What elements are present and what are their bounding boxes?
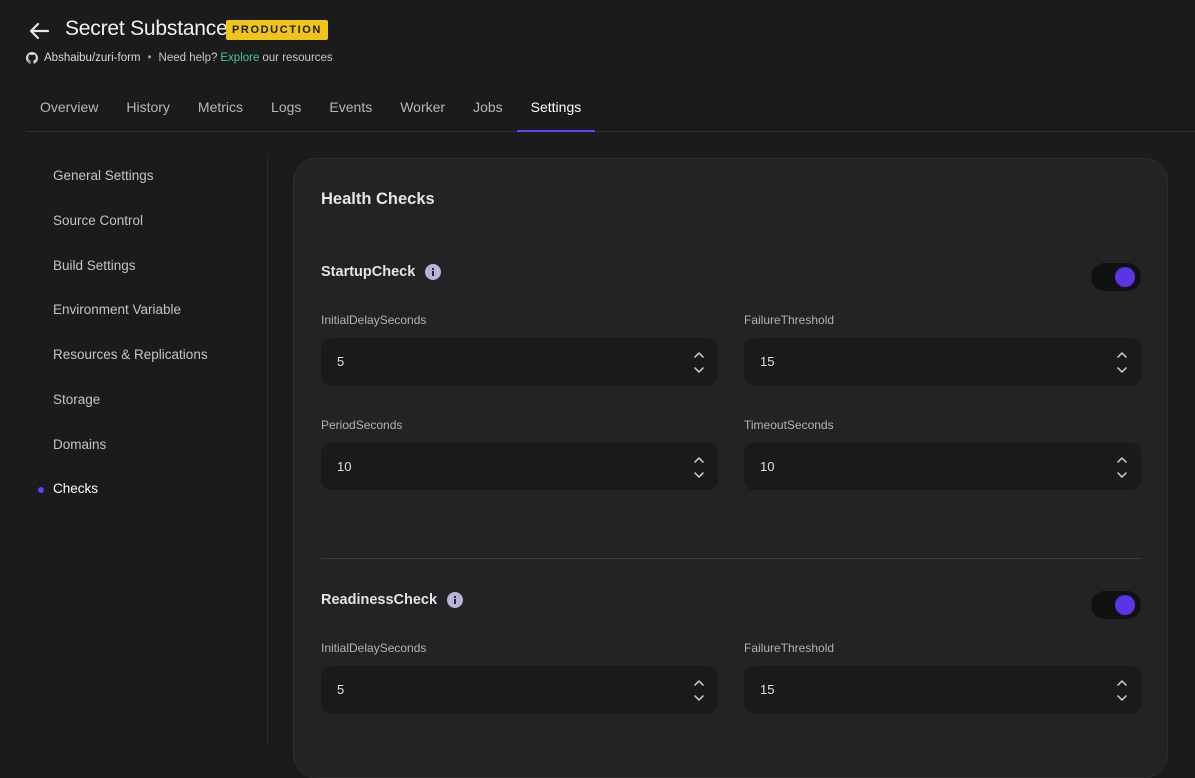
page-header: Secret Substance PRODUCTION Abshaibu/zur… — [0, 0, 1195, 132]
chevron-up-icon[interactable] — [692, 452, 706, 466]
sidebar-item-build-settings[interactable]: Build Settings — [53, 258, 136, 273]
number-stepper — [1115, 345, 1129, 379]
sidebar-item-general-settings[interactable]: General Settings — [53, 168, 154, 183]
chevron-down-icon[interactable] — [1115, 468, 1129, 482]
startup-initial-delay-field[interactable] — [321, 338, 681, 385]
settings-sidebar: General Settings Source Control Build Se… — [26, 158, 268, 744]
chevron-up-icon[interactable] — [1115, 347, 1129, 361]
repo-link[interactable]: Abshaibu/zuri-form — [44, 52, 141, 64]
tab-worker[interactable]: Worker — [386, 84, 459, 131]
number-stepper — [692, 345, 706, 379]
startup-failure-threshold-input[interactable] — [744, 338, 1141, 385]
startup-period-field[interactable] — [321, 443, 681, 490]
sidebar-item-storage[interactable]: Storage — [53, 392, 100, 407]
startup-period-label: PeriodSeconds — [321, 418, 403, 432]
readiness-initial-delay-label: InitialDelaySeconds — [321, 641, 427, 655]
chevron-down-icon[interactable] — [692, 468, 706, 482]
chevron-up-icon[interactable] — [1115, 675, 1129, 689]
sidebar-item-checks[interactable]: Checks — [38, 481, 99, 496]
startup-initial-delay-input[interactable] — [321, 338, 718, 385]
startup-period-input[interactable] — [321, 443, 718, 490]
github-icon — [26, 52, 38, 64]
readiness-failure-threshold-input[interactable] — [744, 666, 1141, 713]
readiness-failure-threshold-label: FailureThreshold — [744, 641, 835, 655]
explore-link[interactable]: Explore — [220, 52, 259, 64]
chevron-down-icon[interactable] — [1115, 363, 1129, 377]
tab-metrics[interactable]: Metrics — [184, 84, 257, 131]
readiness-initial-delay-input[interactable] — [321, 666, 718, 713]
section-divider — [321, 558, 1142, 559]
sidebar-item-domains[interactable]: Domains — [53, 437, 106, 452]
health-checks-panel: Health Checks StartupCheck InitialDelayS… — [293, 158, 1168, 778]
toggle-knob — [1115, 595, 1135, 615]
startup-timeout-label: TimeoutSeconds — [744, 418, 834, 432]
sidebar-item-source-control[interactable]: Source Control — [53, 213, 143, 228]
arrow-left-icon — [29, 22, 50, 40]
environment-badge: PRODUCTION — [226, 20, 328, 40]
separator-dot: • — [147, 52, 152, 64]
startup-initial-delay-label: InitialDelaySeconds — [321, 313, 427, 327]
readiness-check-heading: ReadinessCheck — [321, 592, 464, 608]
info-icon[interactable] — [425, 264, 442, 280]
tab-jobs[interactable]: Jobs — [459, 84, 517, 131]
sidebar-item-label: Checks — [53, 481, 99, 496]
chevron-up-icon[interactable] — [692, 347, 706, 361]
chevron-down-icon[interactable] — [692, 363, 706, 377]
page-title: Secret Substance — [65, 17, 228, 40]
readiness-failure-threshold-field[interactable] — [744, 666, 1104, 713]
startup-timeout-field[interactable] — [744, 443, 1104, 490]
startup-timeout-input[interactable] — [744, 443, 1141, 490]
startup-check-title: StartupCheck — [321, 264, 416, 280]
number-stepper — [692, 673, 706, 707]
number-stepper — [1115, 450, 1129, 484]
number-stepper — [1115, 673, 1129, 707]
readiness-check-title: ReadinessCheck — [321, 592, 438, 608]
tab-events[interactable]: Events — [315, 84, 386, 131]
help-prefix: Need help? — [158, 52, 218, 64]
toggle-knob — [1115, 267, 1135, 287]
active-indicator-dot — [38, 487, 44, 493]
tab-logs[interactable]: Logs — [257, 84, 315, 131]
chevron-down-icon[interactable] — [692, 691, 706, 705]
info-icon[interactable] — [447, 592, 464, 608]
tab-history[interactable]: History — [112, 84, 184, 131]
repo-info: Abshaibu/zuri-form • Need help? Explore … — [26, 52, 333, 64]
tab-overview[interactable]: Overview — [26, 84, 112, 131]
chevron-down-icon[interactable] — [1115, 691, 1129, 705]
tab-bar: Overview History Metrics Logs Events Wor… — [26, 84, 1195, 132]
readiness-initial-delay-field[interactable] — [321, 666, 681, 713]
startup-check-heading: StartupCheck — [321, 264, 442, 280]
tab-settings[interactable]: Settings — [516, 84, 596, 132]
back-button[interactable] — [26, 18, 52, 44]
chevron-up-icon[interactable] — [692, 675, 706, 689]
startup-failure-threshold-label: FailureThreshold — [744, 313, 835, 327]
sidebar-item-resources-replications[interactable]: Resources & Replications — [53, 347, 208, 362]
number-stepper — [692, 450, 706, 484]
sidebar-item-environment-variable[interactable]: Environment Variable — [53, 302, 181, 317]
startup-failure-threshold-field[interactable] — [744, 338, 1104, 385]
startup-check-toggle[interactable] — [1091, 263, 1141, 291]
chevron-up-icon[interactable] — [1115, 452, 1129, 466]
panel-title: Health Checks — [321, 190, 435, 208]
help-suffix: our resources — [262, 52, 333, 64]
readiness-check-toggle[interactable] — [1091, 591, 1141, 619]
